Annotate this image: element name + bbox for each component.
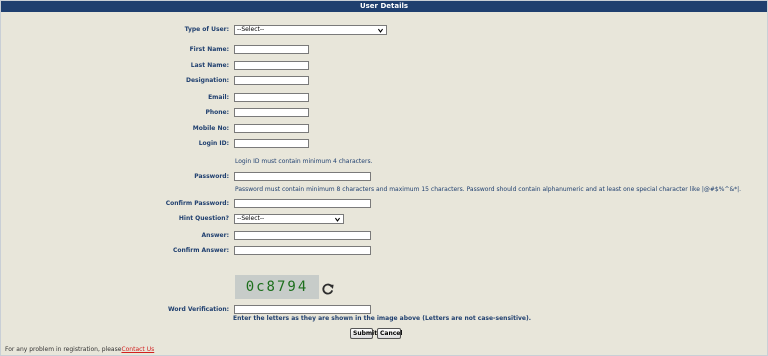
word-verification-label: Word Verification:	[167, 306, 229, 313]
confirm-answer-input[interactable]	[234, 246, 371, 255]
hint-question-selected-value: --Select--	[237, 215, 265, 222]
confirm-password-input[interactable]	[234, 199, 371, 208]
mobile-label: Mobile No:	[192, 125, 229, 132]
confirm-password-label: Confirm Password:	[165, 200, 229, 207]
phone-input[interactable]	[234, 108, 309, 117]
refresh-icon[interactable]	[321, 282, 335, 296]
panel-title: User Details	[1, 1, 767, 12]
confirm-answer-label: Confirm Answer:	[172, 247, 229, 254]
first-name-input[interactable]	[234, 45, 309, 54]
footer-help: For any problem in registration, pleaseC…	[5, 346, 154, 353]
answer-label: Answer:	[201, 232, 229, 239]
footer-text: For any problem in registration, please	[5, 346, 122, 353]
hint-question-select[interactable]: --Select--	[234, 214, 344, 224]
designation-input[interactable]	[234, 76, 309, 85]
password-hint: Password must contain minimum 8 characte…	[235, 186, 742, 193]
hint-question-label: Hint Question?	[178, 215, 229, 222]
answer-input[interactable]	[234, 231, 371, 240]
login-id-hint: Login ID must contain minimum 4 characte…	[235, 158, 373, 165]
word-verification-input[interactable]	[234, 305, 371, 314]
word-verification-note: Enter the letters as they are shown in t…	[233, 315, 531, 322]
last-name-label: Last Name:	[190, 62, 229, 69]
email-label: Email:	[208, 94, 229, 101]
password-label: Password:	[194, 173, 229, 180]
mobile-input[interactable]	[234, 124, 309, 133]
captcha-image: 0c8794	[235, 275, 319, 299]
phone-label: Phone:	[205, 109, 229, 116]
login-id-label: Login ID:	[198, 140, 229, 147]
designation-label: Designation:	[185, 77, 229, 84]
submit-button[interactable]: Submit	[350, 328, 377, 339]
type-of-user-label: Type of User:	[184, 26, 229, 33]
type-of-user-selected-value: --Select--	[237, 26, 265, 33]
first-name-label: First Name:	[189, 46, 229, 53]
user-details-panel: User Details Type of User: --Select-- Fi…	[0, 0, 768, 356]
email-input[interactable]	[234, 93, 309, 102]
type-of-user-select[interactable]: --Select--	[234, 25, 387, 35]
chevron-down-icon	[377, 28, 384, 33]
login-id-input[interactable]	[234, 139, 309, 148]
chevron-down-icon	[334, 217, 341, 222]
contact-us-link[interactable]: Contact Us	[121, 346, 154, 353]
password-input[interactable]	[234, 172, 371, 181]
cancel-button[interactable]: Cancel	[377, 328, 402, 339]
last-name-input[interactable]	[234, 61, 309, 70]
